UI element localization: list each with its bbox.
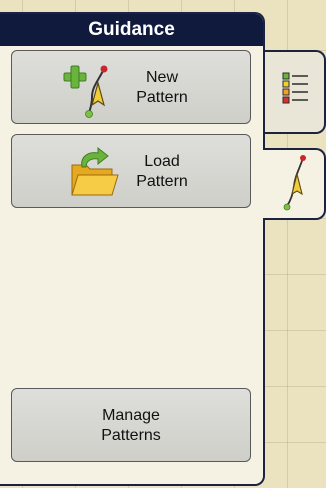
manage-patterns-label: Manage Patterns [101,407,161,444]
panel-title-text: Guidance [88,19,175,40]
tab-guidance[interactable] [263,148,326,220]
panel-title: Guidance [0,14,263,46]
list-icon [282,72,308,104]
manage-patterns-button[interactable]: Manage Patterns [11,388,251,462]
tab-list[interactable] [265,50,326,134]
new-pattern-button[interactable]: New Pattern [11,50,251,124]
new-pattern-label: New Pattern [136,69,188,106]
load-pattern-label: Load Pattern [136,153,188,190]
guidance-line-icon [283,155,306,211]
load-pattern-button[interactable]: Load Pattern [11,134,251,208]
